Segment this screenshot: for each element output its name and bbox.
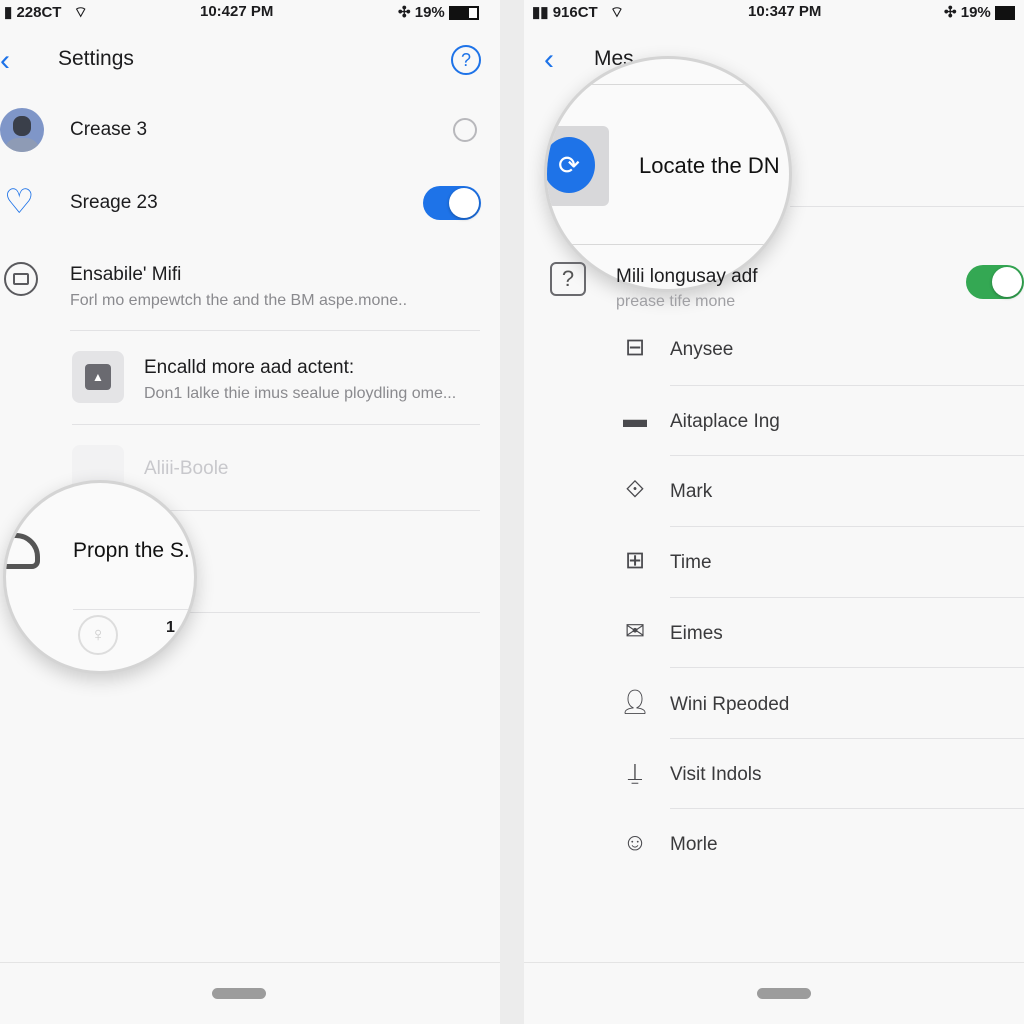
minus-square-icon: ⊟ [624,334,646,361]
grid-icon: ⊞ [624,547,646,574]
back-button[interactable]: ‹ [0,44,10,78]
list-item[interactable]: ⟐ Mark [524,475,1024,511]
signal-icon: ▮▮ [532,4,549,21]
settings-screen: ▮ 228CT ⌔ 10:427 PM ✣ 19% ‹ Settings ? C… [0,0,500,1024]
page-title: Settings [58,47,134,70]
avatar [0,108,44,152]
list-item[interactable]: ⊟ Anysee [524,333,1024,369]
battery-label: 19% [414,4,445,21]
help-button[interactable]: ? [451,45,481,75]
list-item[interactable]: ▬ Aitaplace Ing [524,405,1024,441]
list-item[interactable]: ☺ Morle [524,828,1024,864]
battery-icon [448,6,479,21]
magnified-label: Propn the S. [73,539,190,562]
question-circle-icon: ? [460,50,471,70]
row-subtitle-encalld: Don1 lalke thie imus sealue ploydling om… [144,385,457,402]
diamond-square-icon: ⟐ [625,476,645,503]
sreage-toggle[interactable] [423,186,481,220]
carrier-label: 228CT [16,4,62,21]
row-label-ensabile: Ensabile' Mifi [70,264,182,285]
row-label-encalld: Encalld more aad actent: [144,357,355,378]
face-icon: ☺ [622,829,648,856]
list-item[interactable]: ⍊ Visit Indols [524,758,1024,794]
wifi-icon: ⌔ [609,4,624,21]
status-bar-left: ▮▮ 916CT ⌔ [532,3,624,22]
status-time: 10:347 PM [748,3,822,20]
messages-screen: ▮▮ 916CT ⌔ 10:347 PM ✣ 19% ‹ Mes ⟳ Locat… [524,0,1024,1024]
row-label-aliii[interactable]: Aliii-Boole [144,458,228,480]
mail-icon: ✉ [624,618,646,645]
magnified-extra: 1 [166,619,175,636]
magnifier: Propn the S. ♀ 1 [3,480,197,674]
signal-icon: ⍊ [627,759,643,786]
toggle-switch[interactable] [966,265,1024,299]
row-label-sreage: Sreage 23 [70,192,158,213]
status-bar-right: ✣ 19% [398,3,479,21]
home-indicator[interactable] [757,988,811,999]
pin-icon: ♀ [78,615,118,655]
sync-icon: ⟳ [547,137,595,193]
bluetooth-icon: ✣ [944,4,957,21]
helmet-icon [6,533,40,569]
list-item[interactable]: ⊞ Time [524,546,1024,582]
list-item[interactable]: 👤︎ Wini Rpeoded [524,688,1024,724]
list-item[interactable]: ✉ Eimes [524,617,1024,653]
battery-icon [994,6,1015,21]
radio-button[interactable] [453,118,477,142]
row-subtitle-ensabile: Forl mo empewtch the and the BM aspe.mon… [70,292,408,309]
row-label-crease: Crease 3 [70,119,148,140]
person-icon: 👤︎ [620,689,651,716]
bluetooth-icon: ✣ [398,4,411,21]
home-indicator[interactable] [212,988,266,999]
wifi-icon: ⌔ [73,4,88,21]
heart-icon: ♡ [4,183,35,221]
toggle-row-label: Mili longusay adf [616,266,758,287]
help-square-icon: ? [550,262,586,296]
battery-label: 19% [960,4,991,21]
inbox-icon [4,262,38,296]
status-bar-left: ▮ 228CT ⌔ [4,3,88,22]
back-button[interactable]: ‹ [544,43,554,77]
toggle-row-subtitle: prease tife mone [616,293,736,310]
magnified-label: Locate the DN [639,153,780,178]
status-time: 10:427 PM [200,3,274,20]
status-bar-right: ✣ 19% [944,3,1015,21]
magnifier: ⟳ Locate the DN [544,56,792,292]
folder-icon: ▬ [623,406,647,433]
signal-icon: ▮ [4,4,13,21]
app-tile-icon: ▲ [72,351,124,403]
carrier-label: 916CT [552,4,598,21]
